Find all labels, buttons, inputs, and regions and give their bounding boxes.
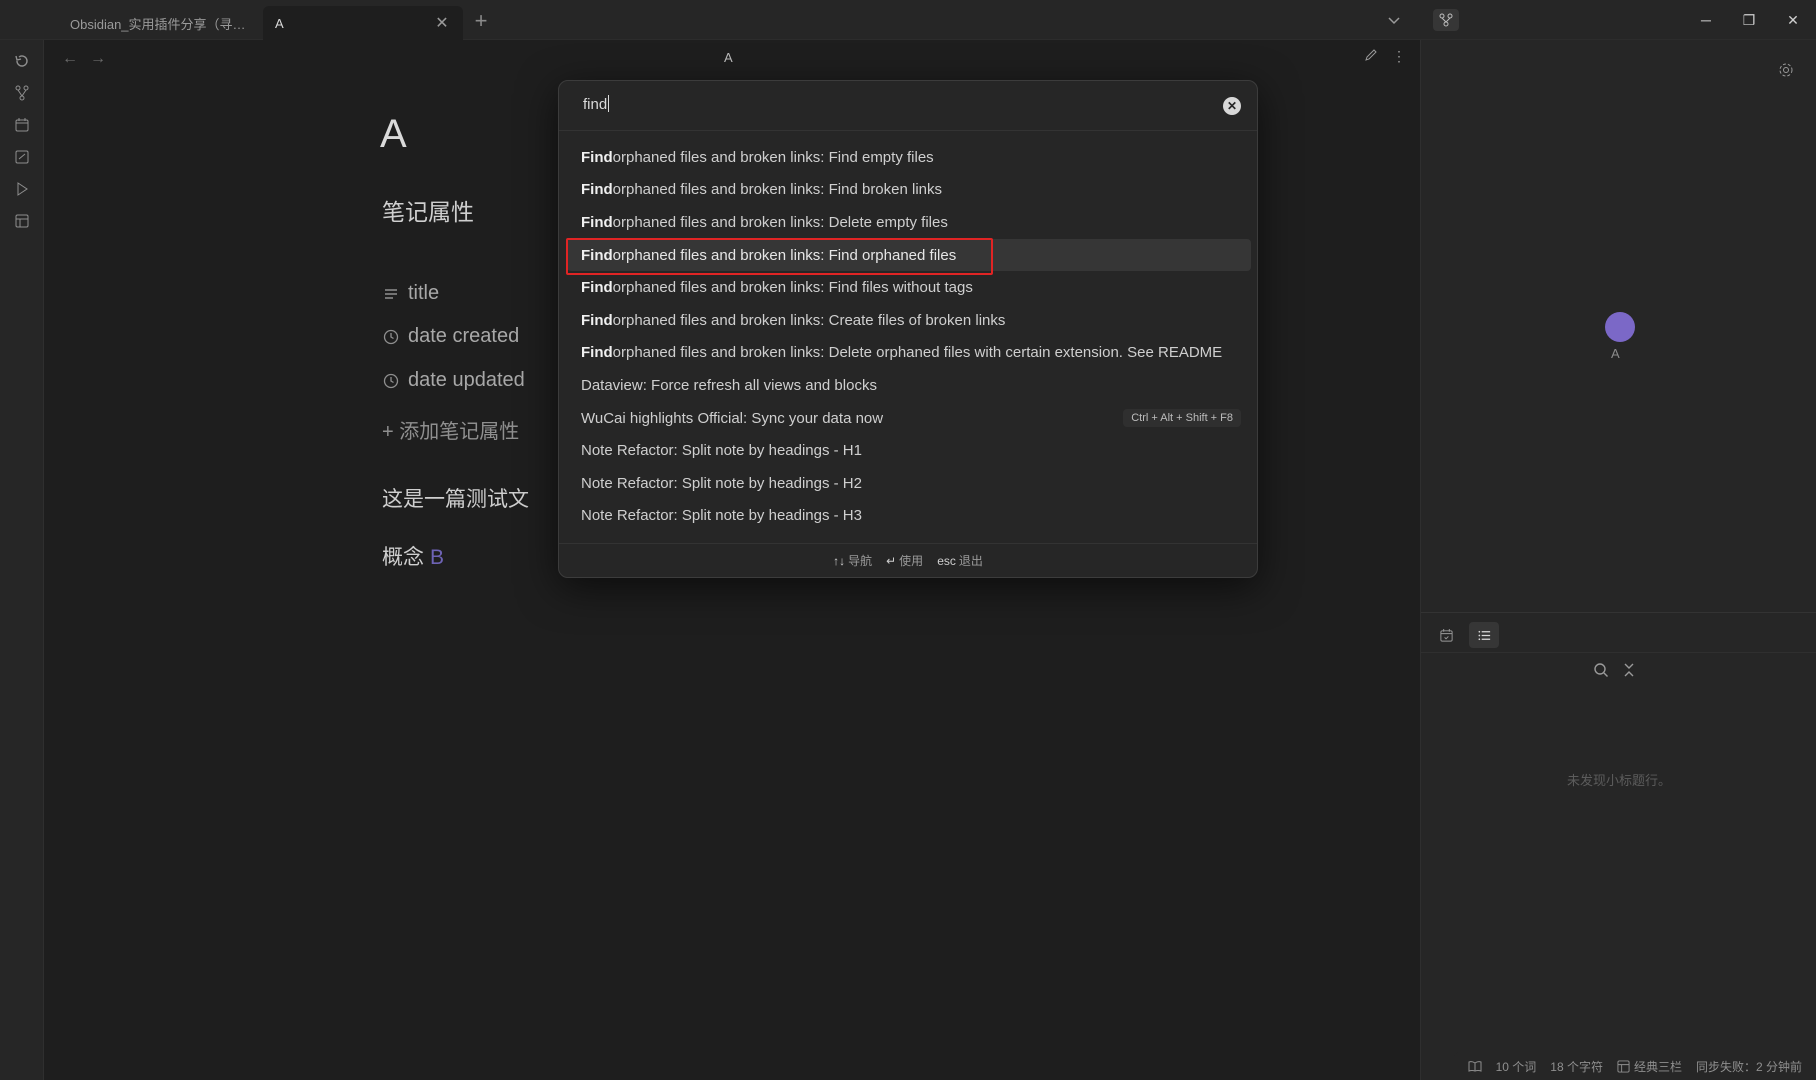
left-ribbon xyxy=(0,40,44,1080)
add-property-button[interactable]: + 添加笔记属性 xyxy=(382,415,519,444)
collapse-all-icon[interactable] xyxy=(1621,662,1637,683)
body-paragraph: 这是一篇测试文 xyxy=(382,488,529,511)
text-lines-icon xyxy=(382,287,400,301)
graph-node[interactable] xyxy=(1605,312,1635,342)
clock-icon xyxy=(382,373,400,389)
outline-tab-icon[interactable] xyxy=(1469,622,1499,648)
command-result[interactable]: Note Refactor: Split note by headings - … xyxy=(567,434,1251,467)
sidebar-divider xyxy=(1421,612,1816,613)
status-bar: 10 个词 18 个字符 经典三栏 同步失败：2 分钟前 xyxy=(1453,1052,1816,1080)
text-caret xyxy=(608,95,610,112)
property-name: date updated xyxy=(408,369,525,391)
obsidian-window: Obsidian_实用插件分享（寻找... A ✕ + ─ ❐ ✕ ← → A … xyxy=(0,0,1816,1080)
command-result[interactable]: Find orphaned files and broken links: Fi… xyxy=(567,271,1251,304)
layout-status[interactable]: 经典三栏 xyxy=(1617,1058,1682,1075)
reading-mode-icon[interactable] xyxy=(1468,1059,1482,1073)
char-count: 18 个字符 xyxy=(1550,1059,1603,1074)
command-result[interactable]: Find orphaned files and broken links: De… xyxy=(567,206,1251,239)
property-name: date created xyxy=(408,325,520,347)
inline-title[interactable]: A xyxy=(380,112,407,157)
forward-arrow-icon[interactable]: → xyxy=(90,50,106,68)
hotkey-badge: Ctrl + Alt + Shift + F8 xyxy=(1123,409,1241,428)
sync-status[interactable]: 同步失败：2 分钟前 xyxy=(1696,1058,1802,1075)
outline-empty-message: 未发现小标题行。 xyxy=(1566,773,1671,788)
command-result-selected[interactable]: Find orphaned files and broken links: Fi… xyxy=(567,238,1251,272)
internal-link-b[interactable]: B xyxy=(430,546,444,569)
restore-icon[interactable]: ❐ xyxy=(1734,8,1764,32)
git-icon[interactable] xyxy=(11,82,33,104)
esc-hint: esc 退出 xyxy=(937,554,983,568)
edit-icon[interactable] xyxy=(1364,48,1378,65)
palette-search-bar: find ✕ xyxy=(559,81,1257,131)
close-tab-icon[interactable]: ✕ xyxy=(433,13,451,33)
tab-a[interactable]: A ✕ xyxy=(263,6,463,40)
palette-footer: ↑↓ 导航 ↵ 使用 esc 退出 xyxy=(559,543,1257,577)
concept-line: 概念 B xyxy=(382,541,444,571)
property-title[interactable]: title xyxy=(382,282,439,305)
git-branch-icon[interactable] xyxy=(1433,9,1459,31)
right-sidebar: A 未发现小标题行。 xyxy=(1420,40,1816,1080)
command-result[interactable]: Find orphaned files and broken links: Fi… xyxy=(567,141,1251,174)
command-result[interactable]: Dataview: Force refresh all views and bl… xyxy=(567,369,1251,402)
command-palette: find ✕ Find orphaned files and broken li… xyxy=(558,80,1258,578)
search-icon[interactable] xyxy=(1593,662,1609,683)
title-bar: Obsidian_实用插件分享（寻找... A ✕ + ─ ❐ ✕ xyxy=(0,0,1816,40)
calendar-icon[interactable] xyxy=(11,114,33,136)
concept-label: 概念 xyxy=(382,546,424,569)
clock-icon xyxy=(382,329,400,345)
property-date-updated[interactable]: date updated xyxy=(382,369,525,392)
command-search-input[interactable]: find xyxy=(583,95,1183,119)
word-count: 10 个词 xyxy=(1495,1059,1537,1074)
play-icon[interactable] xyxy=(11,178,33,200)
calendar-tab-icon[interactable] xyxy=(1431,622,1461,648)
tab-list-chevron-icon[interactable] xyxy=(1384,10,1404,30)
new-tab-button[interactable]: + xyxy=(470,8,492,34)
more-options-icon[interactable]: ⋮ xyxy=(1392,48,1406,65)
command-results: Find orphaned files and broken links: Fi… xyxy=(567,141,1251,532)
view-header-title: A xyxy=(724,50,733,65)
sidebar-divider xyxy=(1421,652,1816,653)
search-query: find xyxy=(583,96,608,113)
tab-label: Obsidian_实用插件分享（寻找... xyxy=(70,16,251,32)
history-icon[interactable] xyxy=(11,50,33,72)
view-actions: ⋮ xyxy=(1364,48,1406,65)
tab-label: A xyxy=(275,15,284,31)
nav-hint: ↑↓ 导航 xyxy=(833,554,873,568)
command-result[interactable]: Find orphaned files and broken links: De… xyxy=(567,337,1251,370)
command-result[interactable]: WuCai highlights Official: Sync your dat… xyxy=(567,402,1251,435)
layout-label: 经典三栏 xyxy=(1633,1059,1682,1074)
tab-obsidian-plugins[interactable]: Obsidian_实用插件分享（寻找... xyxy=(58,6,263,40)
property-date-created[interactable]: date created xyxy=(382,325,519,348)
sidebar-tabs xyxy=(1431,622,1499,648)
outline-tools xyxy=(1593,662,1637,683)
nav-arrows: ← → xyxy=(62,50,106,68)
back-arrow-icon[interactable]: ← xyxy=(62,50,78,68)
command-result[interactable]: Find orphaned files and broken links: Cr… xyxy=(567,304,1251,337)
template-icon[interactable] xyxy=(11,210,33,232)
clear-search-icon[interactable]: ✕ xyxy=(1223,97,1241,115)
close-window-icon[interactable]: ✕ xyxy=(1778,8,1808,32)
command-result[interactable]: Note Refactor: Split note by headings - … xyxy=(567,467,1251,500)
properties-heading: 笔记属性 xyxy=(382,199,474,225)
gear-icon[interactable] xyxy=(1778,62,1794,83)
command-result[interactable]: Find orphaned files and broken links: Fi… xyxy=(567,174,1251,207)
use-hint: ↵ 使用 xyxy=(886,554,924,568)
minimize-icon[interactable]: ─ xyxy=(1691,8,1721,32)
property-name: title xyxy=(408,282,440,304)
graph-node-label: A xyxy=(1611,346,1620,361)
command-result[interactable]: Note Refactor: Split note by headings - … xyxy=(567,500,1251,533)
canvas-icon[interactable] xyxy=(11,146,33,168)
